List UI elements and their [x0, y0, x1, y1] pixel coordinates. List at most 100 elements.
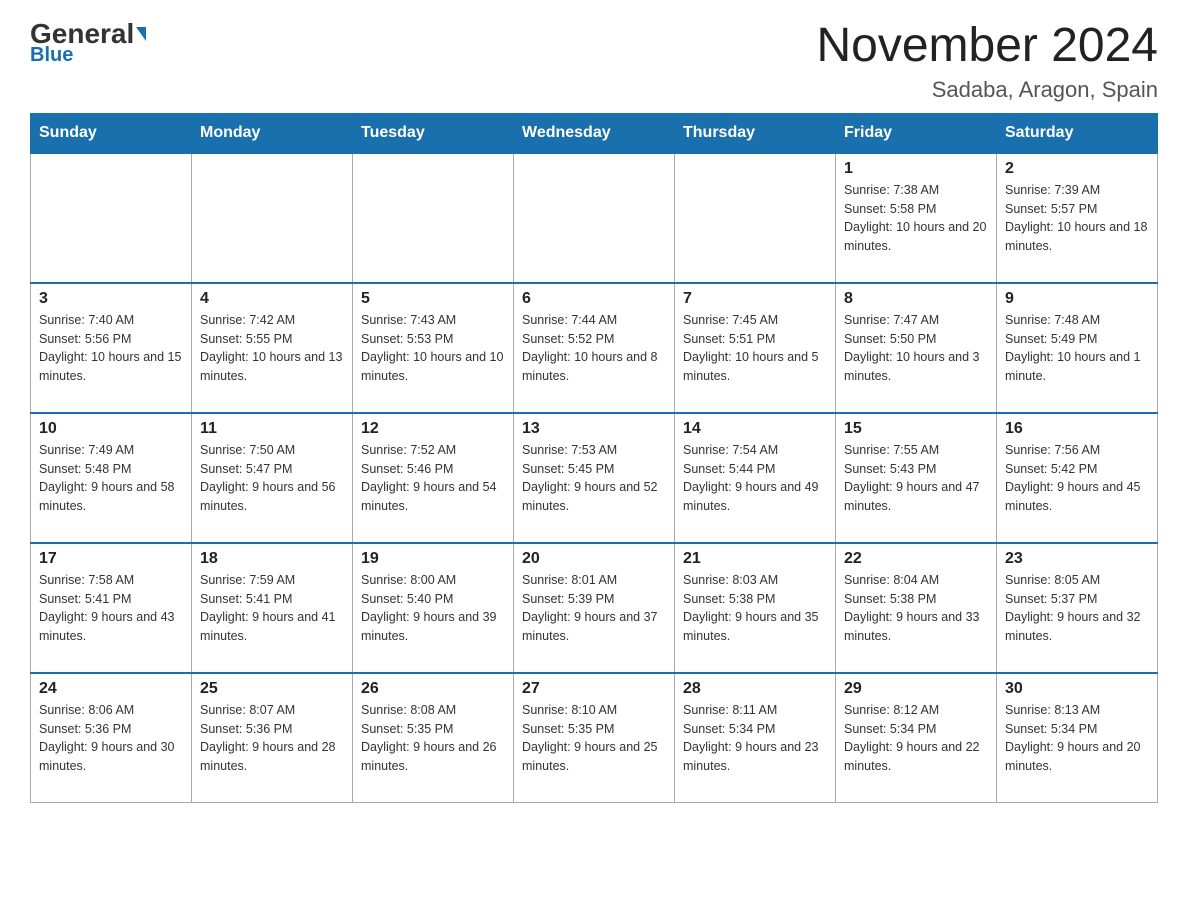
calendar-day-cell: 27Sunrise: 8:10 AMSunset: 5:35 PMDayligh… [514, 673, 675, 803]
location-subtitle: Sadaba, Aragon, Spain [816, 77, 1158, 103]
day-number: 19 [361, 550, 505, 568]
day-number: 7 [683, 290, 827, 308]
calendar-day-cell: 6 Sunrise: 7:44 AMSunset: 5:52 PMDaylight… [514, 283, 675, 413]
calendar-header: SundayMondayTuesdayWednesdayThursdayFrid… [31, 113, 1158, 153]
calendar-day-cell: 22 Sunrise: 8:04 AMSunset: 5:38 PMDayligh… [836, 543, 997, 673]
day-number: 8 [844, 290, 988, 308]
calendar-day-cell: 28Sunrise: 8:11 AMSunset: 5:34 PMDayligh… [675, 673, 836, 803]
month-year-title: November 2024 [816, 20, 1158, 73]
day-info: Sunrise: 8:03 AMSunset: 5:38 PMDaylight:… [683, 571, 827, 646]
calendar-week-row: 1Sunrise: 7:38 AMSunset: 5:58 PMDaylight… [31, 153, 1158, 283]
calendar-day-cell: 26 Sunrise: 8:08 AMSunset: 5:35 PMDayligh… [353, 673, 514, 803]
day-number: 13 [522, 420, 666, 438]
calendar-day-cell [192, 153, 353, 283]
day-info: Sunrise: 7:47 AMSunset: 5:50 PMDaylight:… [844, 311, 988, 386]
day-number: 22 [844, 550, 988, 568]
calendar-day-cell: 25 Sunrise: 8:07 AMSunset: 5:36 PMDayligh… [192, 673, 353, 803]
day-number: 26 [361, 680, 505, 698]
calendar-day-cell: 2Sunrise: 7:39 AMSunset: 5:57 PMDaylight… [997, 153, 1158, 283]
day-number: 6 [522, 290, 666, 308]
calendar-day-cell: 14Sunrise: 7:54 AMSunset: 5:44 PMDayligh… [675, 413, 836, 543]
calendar-day-cell: 7 Sunrise: 7:45 AMSunset: 5:51 PMDaylight… [675, 283, 836, 413]
calendar-day-cell [675, 153, 836, 283]
day-info: Sunrise: 7:59 AMSunset: 5:41 PMDaylight:… [200, 571, 344, 646]
day-number: 15 [844, 420, 988, 438]
logo-triangle-icon [136, 27, 146, 41]
day-info: Sunrise: 8:07 AMSunset: 5:36 PMDaylight:… [200, 701, 344, 776]
day-info: Sunrise: 8:00 AMSunset: 5:40 PMDaylight:… [361, 571, 505, 646]
day-info: Sunrise: 7:39 AMSunset: 5:57 PMDaylight:… [1005, 181, 1149, 256]
calendar-day-cell [31, 153, 192, 283]
day-info: Sunrise: 8:04 AMSunset: 5:38 PMDaylight:… [844, 571, 988, 646]
day-info: Sunrise: 7:44 AMSunset: 5:52 PMDaylight:… [522, 311, 666, 386]
page-header: General Blue November 2024 Sadaba, Arago… [30, 20, 1158, 103]
calendar-day-cell: 1Sunrise: 7:38 AMSunset: 5:58 PMDaylight… [836, 153, 997, 283]
day-number: 18 [200, 550, 344, 568]
day-of-week-header: Sunday [31, 113, 192, 153]
calendar-day-cell: 30Sunrise: 8:13 AMSunset: 5:34 PMDayligh… [997, 673, 1158, 803]
day-number: 17 [39, 550, 183, 568]
calendar-week-row: 3Sunrise: 7:40 AMSunset: 5:56 PMDaylight… [31, 283, 1158, 413]
calendar-day-cell: 5 Sunrise: 7:43 AMSunset: 5:53 PMDaylight… [353, 283, 514, 413]
logo-blue-text: Blue [30, 44, 73, 67]
calendar-day-cell: 19 Sunrise: 8:00 AMSunset: 5:40 PMDayligh… [353, 543, 514, 673]
day-number: 30 [1005, 680, 1149, 698]
day-info: Sunrise: 7:48 AMSunset: 5:49 PMDaylight:… [1005, 311, 1149, 386]
day-number: 9 [1005, 290, 1149, 308]
day-info: Sunrise: 7:50 AMSunset: 5:47 PMDaylight:… [200, 441, 344, 516]
calendar-day-cell: 23 Sunrise: 8:05 AMSunset: 5:37 PMDayligh… [997, 543, 1158, 673]
calendar-day-cell: 21 Sunrise: 8:03 AMSunset: 5:38 PMDayligh… [675, 543, 836, 673]
calendar-day-cell [514, 153, 675, 283]
calendar-day-cell: 29Sunrise: 8:12 AMSunset: 5:34 PMDayligh… [836, 673, 997, 803]
header-row: SundayMondayTuesdayWednesdayThursdayFrid… [31, 113, 1158, 153]
calendar-body: 1Sunrise: 7:38 AMSunset: 5:58 PMDaylight… [31, 153, 1158, 803]
day-of-week-header: Saturday [997, 113, 1158, 153]
day-info: Sunrise: 7:42 AMSunset: 5:55 PMDaylight:… [200, 311, 344, 386]
calendar-day-cell: 18 Sunrise: 7:59 AMSunset: 5:41 PMDayligh… [192, 543, 353, 673]
calendar-day-cell: 11 Sunrise: 7:50 AMSunset: 5:47 PMDayligh… [192, 413, 353, 543]
day-info: Sunrise: 8:10 AMSunset: 5:35 PMDaylight:… [522, 701, 666, 776]
calendar-day-cell [353, 153, 514, 283]
day-number: 12 [361, 420, 505, 438]
calendar-week-row: 10Sunrise: 7:49 AMSunset: 5:48 PMDayligh… [31, 413, 1158, 543]
day-info: Sunrise: 8:12 AMSunset: 5:34 PMDaylight:… [844, 701, 988, 776]
day-info: Sunrise: 7:54 AMSunset: 5:44 PMDaylight:… [683, 441, 827, 516]
calendar-day-cell: 15 Sunrise: 7:55 AMSunset: 5:43 PMDayligh… [836, 413, 997, 543]
calendar-day-cell: 12 Sunrise: 7:52 AMSunset: 5:46 PMDayligh… [353, 413, 514, 543]
day-info: Sunrise: 7:52 AMSunset: 5:46 PMDaylight:… [361, 441, 505, 516]
day-info: Sunrise: 7:58 AMSunset: 5:41 PMDaylight:… [39, 571, 183, 646]
day-number: 23 [1005, 550, 1149, 568]
calendar-day-cell: 16 Sunrise: 7:56 AMSunset: 5:42 PMDayligh… [997, 413, 1158, 543]
calendar-day-cell: 3Sunrise: 7:40 AMSunset: 5:56 PMDaylight… [31, 283, 192, 413]
day-number: 25 [200, 680, 344, 698]
day-info: Sunrise: 7:56 AMSunset: 5:42 PMDaylight:… [1005, 441, 1149, 516]
calendar-week-row: 24Sunrise: 8:06 AMSunset: 5:36 PMDayligh… [31, 673, 1158, 803]
day-of-week-header: Tuesday [353, 113, 514, 153]
title-section: November 2024 Sadaba, Aragon, Spain [816, 20, 1158, 103]
day-number: 4 [200, 290, 344, 308]
day-number: 21 [683, 550, 827, 568]
day-info: Sunrise: 7:43 AMSunset: 5:53 PMDaylight:… [361, 311, 505, 386]
day-of-week-header: Monday [192, 113, 353, 153]
day-of-week-header: Wednesday [514, 113, 675, 153]
day-info: Sunrise: 7:55 AMSunset: 5:43 PMDaylight:… [844, 441, 988, 516]
logo: General Blue [30, 20, 146, 67]
day-number: 11 [200, 420, 344, 438]
calendar-week-row: 17 Sunrise: 7:58 AMSunset: 5:41 PMDayligh… [31, 543, 1158, 673]
day-info: Sunrise: 8:08 AMSunset: 5:35 PMDaylight:… [361, 701, 505, 776]
day-number: 5 [361, 290, 505, 308]
day-number: 16 [1005, 420, 1149, 438]
calendar-day-cell: 8 Sunrise: 7:47 AMSunset: 5:50 PMDaylight… [836, 283, 997, 413]
day-number: 24 [39, 680, 183, 698]
day-number: 10 [39, 420, 183, 438]
calendar-day-cell: 24Sunrise: 8:06 AMSunset: 5:36 PMDayligh… [31, 673, 192, 803]
calendar-day-cell: 17 Sunrise: 7:58 AMSunset: 5:41 PMDayligh… [31, 543, 192, 673]
day-info: Sunrise: 8:05 AMSunset: 5:37 PMDaylight:… [1005, 571, 1149, 646]
day-info: Sunrise: 7:53 AMSunset: 5:45 PMDaylight:… [522, 441, 666, 516]
calendar-day-cell: 13 Sunrise: 7:53 AMSunset: 5:45 PMDayligh… [514, 413, 675, 543]
day-info: Sunrise: 7:45 AMSunset: 5:51 PMDaylight:… [683, 311, 827, 386]
day-number: 20 [522, 550, 666, 568]
day-info: Sunrise: 7:38 AMSunset: 5:58 PMDaylight:… [844, 181, 988, 256]
day-info: Sunrise: 7:40 AMSunset: 5:56 PMDaylight:… [39, 311, 183, 386]
calendar-day-cell: 9 Sunrise: 7:48 AMSunset: 5:49 PMDaylight… [997, 283, 1158, 413]
